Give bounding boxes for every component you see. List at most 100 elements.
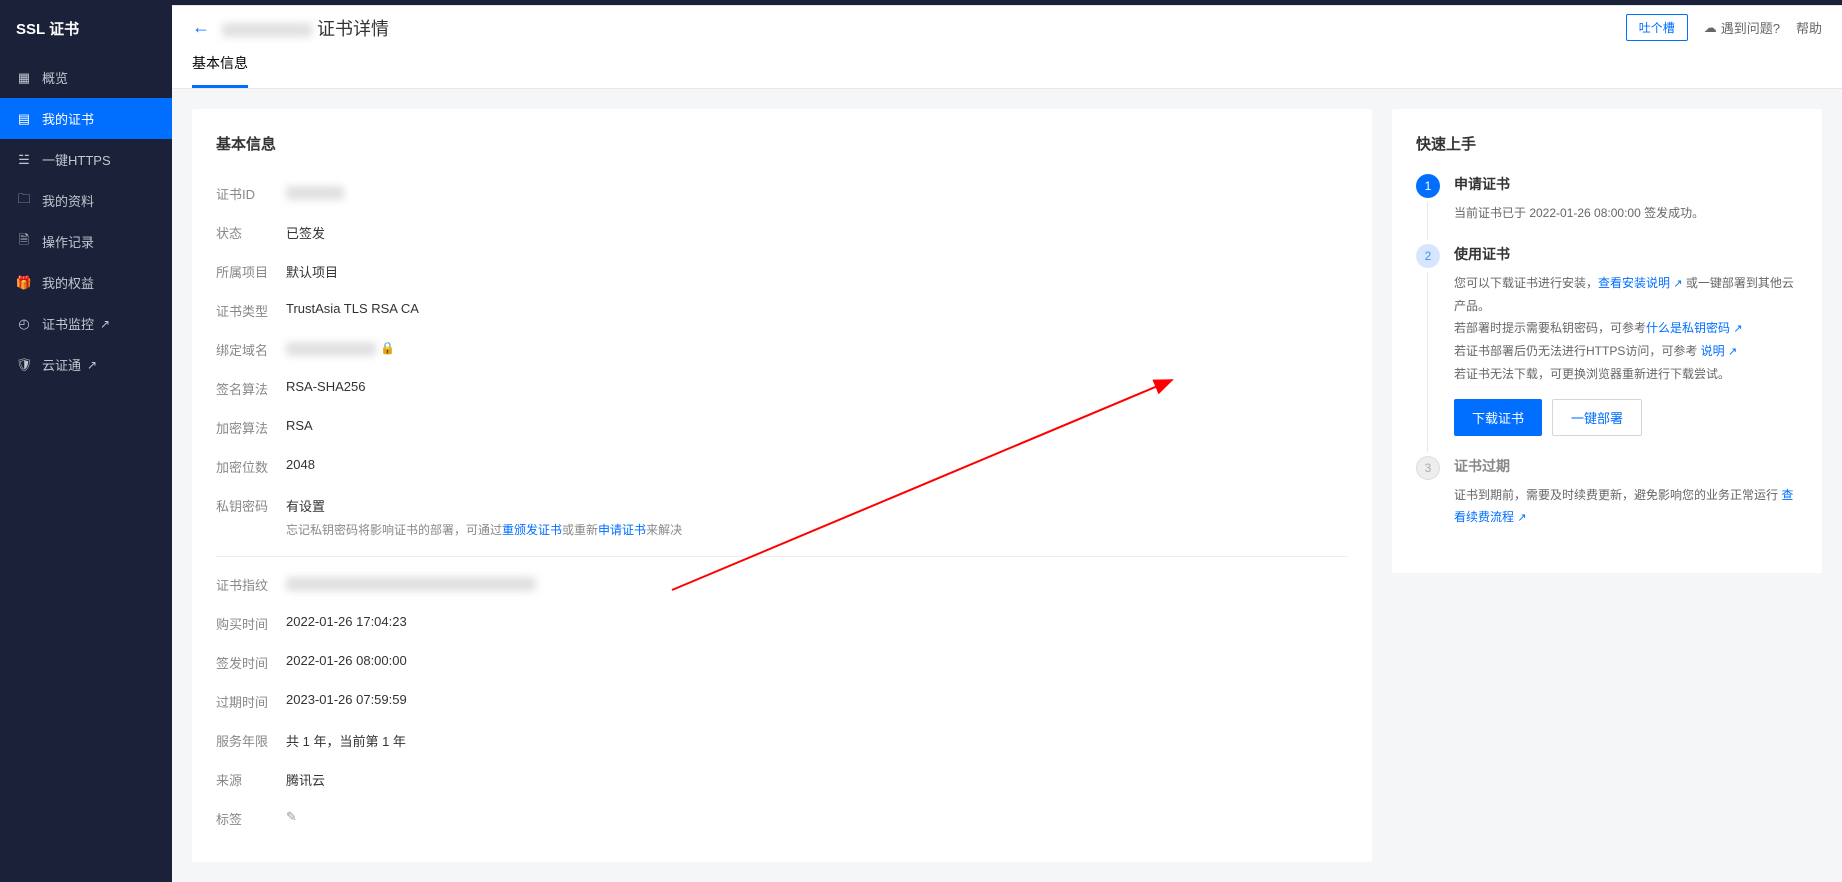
sidebar-item-my-certs[interactable]: ▤ 我的证书 xyxy=(0,98,172,139)
value-enc-algo: RSA xyxy=(286,418,1348,433)
pkpass-hint: 忘记私钥密码将影响证书的部署，可通过重颁发证书或重新申请证书来解决 xyxy=(286,521,1348,538)
apply-link[interactable]: 申请证书 xyxy=(598,523,646,537)
label-tag: 标签 xyxy=(216,809,286,828)
reissue-link[interactable]: 重颁发证书 xyxy=(502,523,562,537)
download-cert-button[interactable]: 下载证书 xyxy=(1454,399,1542,436)
grid-icon: ▦ xyxy=(16,70,32,86)
label-enc-algo: 加密算法 xyxy=(216,418,286,437)
info-row-enc-algo: 加密算法 RSA xyxy=(216,408,1348,447)
sidebar: SSL 证书 ▦ 概览 ▤ 我的证书 ☱ 一键HTTPS 🗀 我的资料 🗎 操作… xyxy=(0,0,172,882)
redacted-fingerprint xyxy=(286,577,536,591)
external-link-icon: ↗ xyxy=(1728,346,1737,358)
step2-title: 使用证书 xyxy=(1454,244,1798,264)
value-expire-time: 2023-01-26 07:59:59 xyxy=(286,692,1348,707)
value-bits: 2048 xyxy=(286,457,1348,472)
pk-password-link[interactable]: 什么是私钥密码 ↗ xyxy=(1646,321,1743,335)
info-row-id: 证书ID xyxy=(216,174,1348,213)
https-help-link[interactable]: 说明 ↗ xyxy=(1701,344,1738,358)
info-row-buy-time: 购买时间 2022-01-26 17:04:23 xyxy=(216,604,1348,643)
label-pkpass: 私钥密码 xyxy=(216,496,286,515)
log-icon: 🗎 xyxy=(16,234,32,250)
label-bits: 加密位数 xyxy=(216,457,286,476)
value-status: 已签发 xyxy=(286,223,1348,242)
sidebar-item-monitor[interactable]: ◴ 证书监控 ↗ xyxy=(0,303,172,344)
label-years: 服务年限 xyxy=(216,731,286,750)
doc-icon: ▤ xyxy=(16,111,32,127)
info-row-years: 服务年限 共 1 年，当前第 1 年 xyxy=(216,721,1348,760)
sidebar-item-label: 概览 xyxy=(42,68,68,87)
sidebar-item-logs[interactable]: 🗎 操作记录 xyxy=(0,221,172,262)
label-project: 所属项目 xyxy=(216,262,286,281)
shield-icon: 🛡 xyxy=(16,357,32,373)
sidebar-item-label: 一键HTTPS xyxy=(42,150,111,169)
sidebar-item-benefits[interactable]: 🎁 我的权益 xyxy=(0,262,172,303)
step3-title: 证书过期 xyxy=(1454,456,1798,476)
info-row-sign-algo: 签名算法 RSA-SHA256 xyxy=(216,369,1348,408)
redacted-domain xyxy=(286,342,376,356)
info-row-source: 来源 腾讯云 xyxy=(216,760,1348,799)
sidebar-item-label: 我的资料 xyxy=(42,191,94,210)
gift-icon: 🎁 xyxy=(16,275,32,291)
step1-desc: 当前证书已于 2022-01-26 08:00:00 签发成功。 xyxy=(1454,202,1798,224)
label-type: 证书类型 xyxy=(216,301,286,320)
label-expire-time: 过期时间 xyxy=(216,692,286,711)
deploy-button[interactable]: 一键部署 xyxy=(1552,399,1642,436)
page-title: 证书详情 xyxy=(222,15,389,41)
monitor-icon: ◴ xyxy=(16,316,32,332)
external-link-icon: ↗ xyxy=(1517,512,1526,524)
label-status: 状态 xyxy=(216,223,286,242)
info-row-domain: 绑定域名 🔒 xyxy=(216,330,1348,369)
info-row-tag: 标签 ✎ xyxy=(216,799,1348,838)
step-num-2: 2 xyxy=(1416,244,1440,268)
title-suffix: 证书详情 xyxy=(317,19,389,39)
back-button[interactable]: ← xyxy=(192,17,210,38)
sidebar-item-cloudcert[interactable]: 🛡 云证通 ↗ xyxy=(0,344,172,385)
label-buy-time: 购买时间 xyxy=(216,614,286,633)
step-num-1: 1 xyxy=(1416,174,1440,198)
info-row-status: 状态 已签发 xyxy=(216,213,1348,252)
external-link-icon: ↗ xyxy=(87,358,97,372)
info-row-issue-time: 签发时间 2022-01-26 08:00:00 xyxy=(216,643,1348,682)
basic-info-card: 基本信息 证书ID 状态 已签发 所属项目 默认项目 证书类型 TrustAsi… xyxy=(192,109,1372,862)
step-num-3: 3 xyxy=(1416,456,1440,480)
sidebar-item-label: 操作记录 xyxy=(42,232,94,251)
info-row-fingerprint: 证书指纹 xyxy=(216,565,1348,604)
quickstart-title: 快速上手 xyxy=(1416,133,1798,154)
step1-title: 申请证书 xyxy=(1454,174,1798,194)
feedback-button[interactable]: 吐个槽 xyxy=(1626,14,1688,41)
sidebar-item-overview[interactable]: ▦ 概览 xyxy=(0,57,172,98)
label-sign-algo: 签名算法 xyxy=(216,379,286,398)
info-row-bits: 加密位数 2048 xyxy=(216,447,1348,486)
faq-label: 遇到问题? xyxy=(1721,18,1780,37)
sidebar-item-label: 证书监控 xyxy=(42,314,94,333)
label-fingerprint: 证书指纹 xyxy=(216,575,286,594)
external-link-icon: ↗ xyxy=(100,317,110,331)
value-issue-time: 2022-01-26 08:00:00 xyxy=(286,653,1348,668)
sidebar-item-label: 云证通 xyxy=(42,355,81,374)
lock-icon: 🔒 xyxy=(380,341,395,355)
help-link[interactable]: 帮助 xyxy=(1796,18,1822,37)
card-title: 基本信息 xyxy=(216,133,1348,154)
divider xyxy=(216,556,1348,557)
label-source: 来源 xyxy=(216,770,286,789)
redacted-text xyxy=(222,23,312,37)
value-source: 腾讯云 xyxy=(286,770,1348,789)
faq-link[interactable]: ☁ 遇到问题? xyxy=(1704,18,1780,37)
info-row-pkpass: 私钥密码 有设置 忘记私钥密码将影响证书的部署，可通过重颁发证书或重新申请证书来… xyxy=(216,486,1348,548)
page-header: ← 证书详情 吐个槽 ☁ 遇到问题? 帮助 xyxy=(172,6,1842,41)
tab-basic-info[interactable]: 基本信息 xyxy=(192,41,248,88)
edit-tag-icon[interactable]: ✎ xyxy=(286,809,297,824)
tabs: 基本信息 xyxy=(172,41,1842,89)
value-pkpass: 有设置 xyxy=(286,496,1348,515)
sidebar-item-profile[interactable]: 🗀 我的资料 xyxy=(0,180,172,221)
value-sign-algo: RSA-SHA256 xyxy=(286,379,1348,394)
value-buy-time: 2022-01-26 17:04:23 xyxy=(286,614,1348,629)
value-project: 默认项目 xyxy=(286,262,1348,281)
quickstart-card: 快速上手 1 申请证书 当前证书已于 2022-01-26 08:00:00 签… xyxy=(1392,109,1822,573)
sidebar-item-label: 我的权益 xyxy=(42,273,94,292)
sidebar-item-https[interactable]: ☱ 一键HTTPS xyxy=(0,139,172,180)
folder-icon: 🗀 xyxy=(16,193,32,209)
redacted-cert-id xyxy=(286,186,344,200)
install-guide-link[interactable]: 查看安装说明 ↗ xyxy=(1598,276,1683,290)
value-years: 共 1 年，当前第 1 年 xyxy=(286,731,1348,750)
